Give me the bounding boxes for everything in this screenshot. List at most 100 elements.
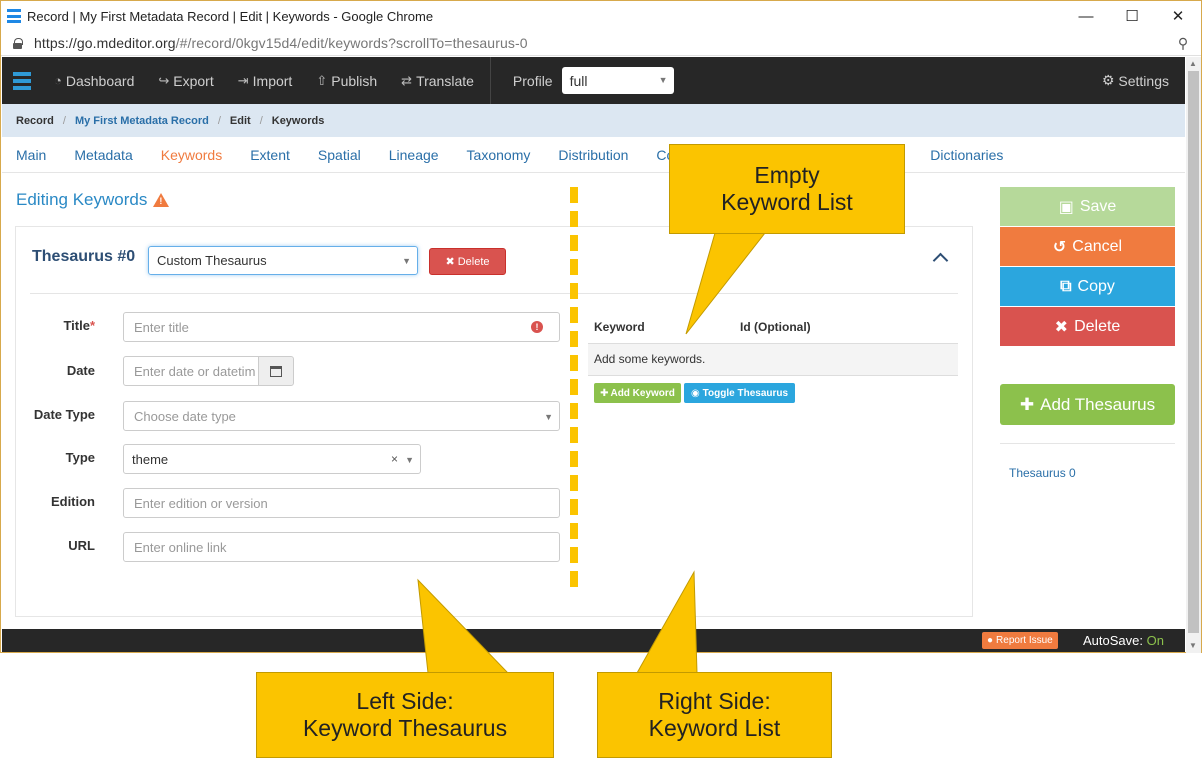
cancel-button[interactable]: ↺ Cancel xyxy=(1000,227,1175,266)
callout-left-side: Left Side: Keyword Thesaurus xyxy=(256,672,554,758)
breadcrumb-separator: / xyxy=(217,114,221,127)
tab-metadata[interactable]: Metadata xyxy=(60,147,146,163)
edition-input[interactable]: Enter edition or version xyxy=(123,488,560,518)
settings-link[interactable]: ⚙ Settings xyxy=(1102,72,1169,89)
nav-dashboard[interactable]: ◔ Dashboard xyxy=(42,57,146,104)
profile-select[interactable]: full ▼ xyxy=(561,67,674,94)
tab-keywords[interactable]: Keywords xyxy=(147,147,236,163)
url-text[interactable]: https://go.mdeditor.org/#/record/0kgv15d… xyxy=(34,35,1165,51)
window-title: Record | My First Metadata Record | Edit… xyxy=(27,8,434,24)
save-label: Save xyxy=(1079,197,1117,215)
import-icon: ⇥ xyxy=(237,72,249,88)
gear-icon: ⚙ xyxy=(1101,72,1115,88)
nav-label: Publish xyxy=(331,72,378,89)
nav-label: Dashboard xyxy=(65,72,135,89)
breadcrumb-record[interactable]: Record xyxy=(16,115,54,127)
callout-left-line2: Keyword Thesaurus xyxy=(302,715,508,741)
title-placeholder: Enter title xyxy=(134,319,189,335)
brand-logo[interactable] xyxy=(2,57,42,104)
chevron-up-icon[interactable] xyxy=(932,252,949,269)
date-type-select[interactable]: Choose date type ▼ xyxy=(123,401,560,431)
breadcrumb-record-name[interactable]: My First Metadata Record xyxy=(75,115,209,127)
floppy-icon: ▣ xyxy=(1058,198,1074,216)
url-label: URL xyxy=(68,538,95,553)
edition-label: Edition xyxy=(50,494,95,509)
tab-dictionaries[interactable]: Dictionaries xyxy=(916,147,1017,163)
thesaurus-heading: Thesaurus #0 xyxy=(32,248,136,265)
report-issue-button[interactable]: ● Report Issue xyxy=(982,632,1058,649)
date-type-placeholder: Choose date type xyxy=(134,408,236,424)
minimize-button[interactable]: — xyxy=(1063,1,1109,31)
breadcrumb-current: Keywords xyxy=(271,114,325,127)
app-navbar: ◔ Dashboard ↪ Export ⇥ Import ⇧ Publish ⇄ Transla… xyxy=(2,57,1185,104)
add-keyword-button[interactable]: ✚ Add Keyword xyxy=(594,383,681,403)
translate-icon: ⇄ xyxy=(401,72,413,88)
id-column-header: Id (Optional) xyxy=(740,320,811,334)
page-scrollbar[interactable]: ▲ ▼ xyxy=(1186,57,1201,653)
nav-export[interactable]: ↪ Export xyxy=(146,57,225,104)
window-titlebar: Record | My First Metadata Record | Edit… xyxy=(1,1,1201,31)
calendar-button[interactable] xyxy=(258,356,294,386)
copy-button[interactable]: ⧉ Copy xyxy=(1000,267,1175,306)
autosave-status[interactable]: AutoSave: On xyxy=(1083,633,1164,648)
thesaurus-0-link[interactable]: Thesaurus 0 xyxy=(1009,466,1076,480)
report-issue-label: Report Issue xyxy=(996,635,1053,646)
profile-value: full xyxy=(569,72,588,89)
calendar-icon xyxy=(270,365,282,377)
add-thesaurus-button[interactable]: ✚ Add Thesaurus xyxy=(1000,384,1175,425)
error-icon: ! xyxy=(531,321,543,333)
required-asterisk: * xyxy=(89,318,95,333)
app-footer: ● Report Issue AutoSave: On xyxy=(2,629,1185,652)
close-button[interactable]: ✕ xyxy=(1155,1,1201,31)
date-input[interactable]: Enter date or datetim xyxy=(123,356,259,386)
add-thesaurus-label: Add Thesaurus xyxy=(1040,394,1156,414)
edition-placeholder: Enter edition or version xyxy=(134,495,268,511)
breadcrumb-separator: / xyxy=(259,114,263,127)
breadcrumb-edit[interactable]: Edit xyxy=(230,115,251,127)
callout-empty-line2: Keyword List xyxy=(721,189,853,215)
times-icon: ✖ xyxy=(1054,318,1069,336)
nav-import[interactable]: ⇥ Import xyxy=(226,57,305,104)
toggle-thesaurus-button[interactable]: ◉ Toggle Thesaurus xyxy=(684,383,795,403)
save-button[interactable]: ▣ Save xyxy=(1000,187,1175,226)
type-select[interactable]: theme × ▼ xyxy=(123,444,421,474)
add-keyword-label: Add Keyword xyxy=(610,387,675,399)
zoom-icon[interactable]: ⚲ xyxy=(1165,35,1201,52)
tab-spatial[interactable]: Spatial xyxy=(304,147,375,163)
delete-button[interactable]: ✖ Delete xyxy=(1000,307,1175,346)
tab-taxonomy[interactable]: Taxonomy xyxy=(453,147,545,163)
thesaurus-select[interactable]: Custom Thesaurus ▼ xyxy=(148,246,418,275)
delete-thesaurus-button[interactable]: ✖ Delete xyxy=(429,248,506,275)
toggle-thesaurus-label: Toggle Thesaurus xyxy=(702,387,789,399)
scroll-down-icon[interactable]: ▼ xyxy=(1189,641,1197,650)
breadcrumb: Record / My First Metadata Record / Edit… xyxy=(2,104,1185,137)
callout-right-line2: Keyword List xyxy=(648,715,781,741)
url-placeholder: Enter online link xyxy=(134,539,227,555)
maximize-button[interactable]: ☐ xyxy=(1109,1,1155,31)
callout-left-line1: Left Side: xyxy=(356,688,454,714)
url-input[interactable]: Enter online link xyxy=(123,532,560,562)
nav-translate[interactable]: ⇄ Translate xyxy=(389,57,486,104)
eye-icon: ◉ xyxy=(690,387,700,399)
copy-label: Copy xyxy=(1077,277,1115,295)
tab-lineage[interactable]: Lineage xyxy=(375,147,453,163)
url-host: https://go.mdeditor.org xyxy=(34,35,176,51)
type-label: Type xyxy=(65,450,95,465)
title-input[interactable]: Enter title ! xyxy=(123,312,560,342)
title-label-text: Title xyxy=(63,318,90,333)
keyword-column-header: Keyword xyxy=(594,320,645,334)
nav-items: ◔ Dashboard ↪ Export ⇥ Import ⇧ Publish ⇄ Transla… xyxy=(42,57,486,104)
address-bar[interactable]: https://go.mdeditor.org/#/record/0kgv15d… xyxy=(1,31,1201,56)
tab-main[interactable]: Main xyxy=(2,147,60,163)
keyword-empty-row: Add some keywords. xyxy=(588,344,958,376)
tab-extent[interactable]: Extent xyxy=(236,147,304,163)
times-icon: ✖ xyxy=(445,256,455,268)
tab-distribution[interactable]: Distribution xyxy=(544,147,642,163)
scrollbar-thumb[interactable] xyxy=(1188,71,1199,633)
page-title: Editing Keywords ! xyxy=(16,190,170,210)
scroll-up-icon[interactable]: ▲ xyxy=(1189,59,1197,68)
clear-icon[interactable]: × xyxy=(391,452,398,466)
undo-icon: ↺ xyxy=(1052,238,1067,256)
nav-publish[interactable]: ⇧ Publish xyxy=(304,57,389,104)
divider-dashed-line xyxy=(570,187,578,587)
